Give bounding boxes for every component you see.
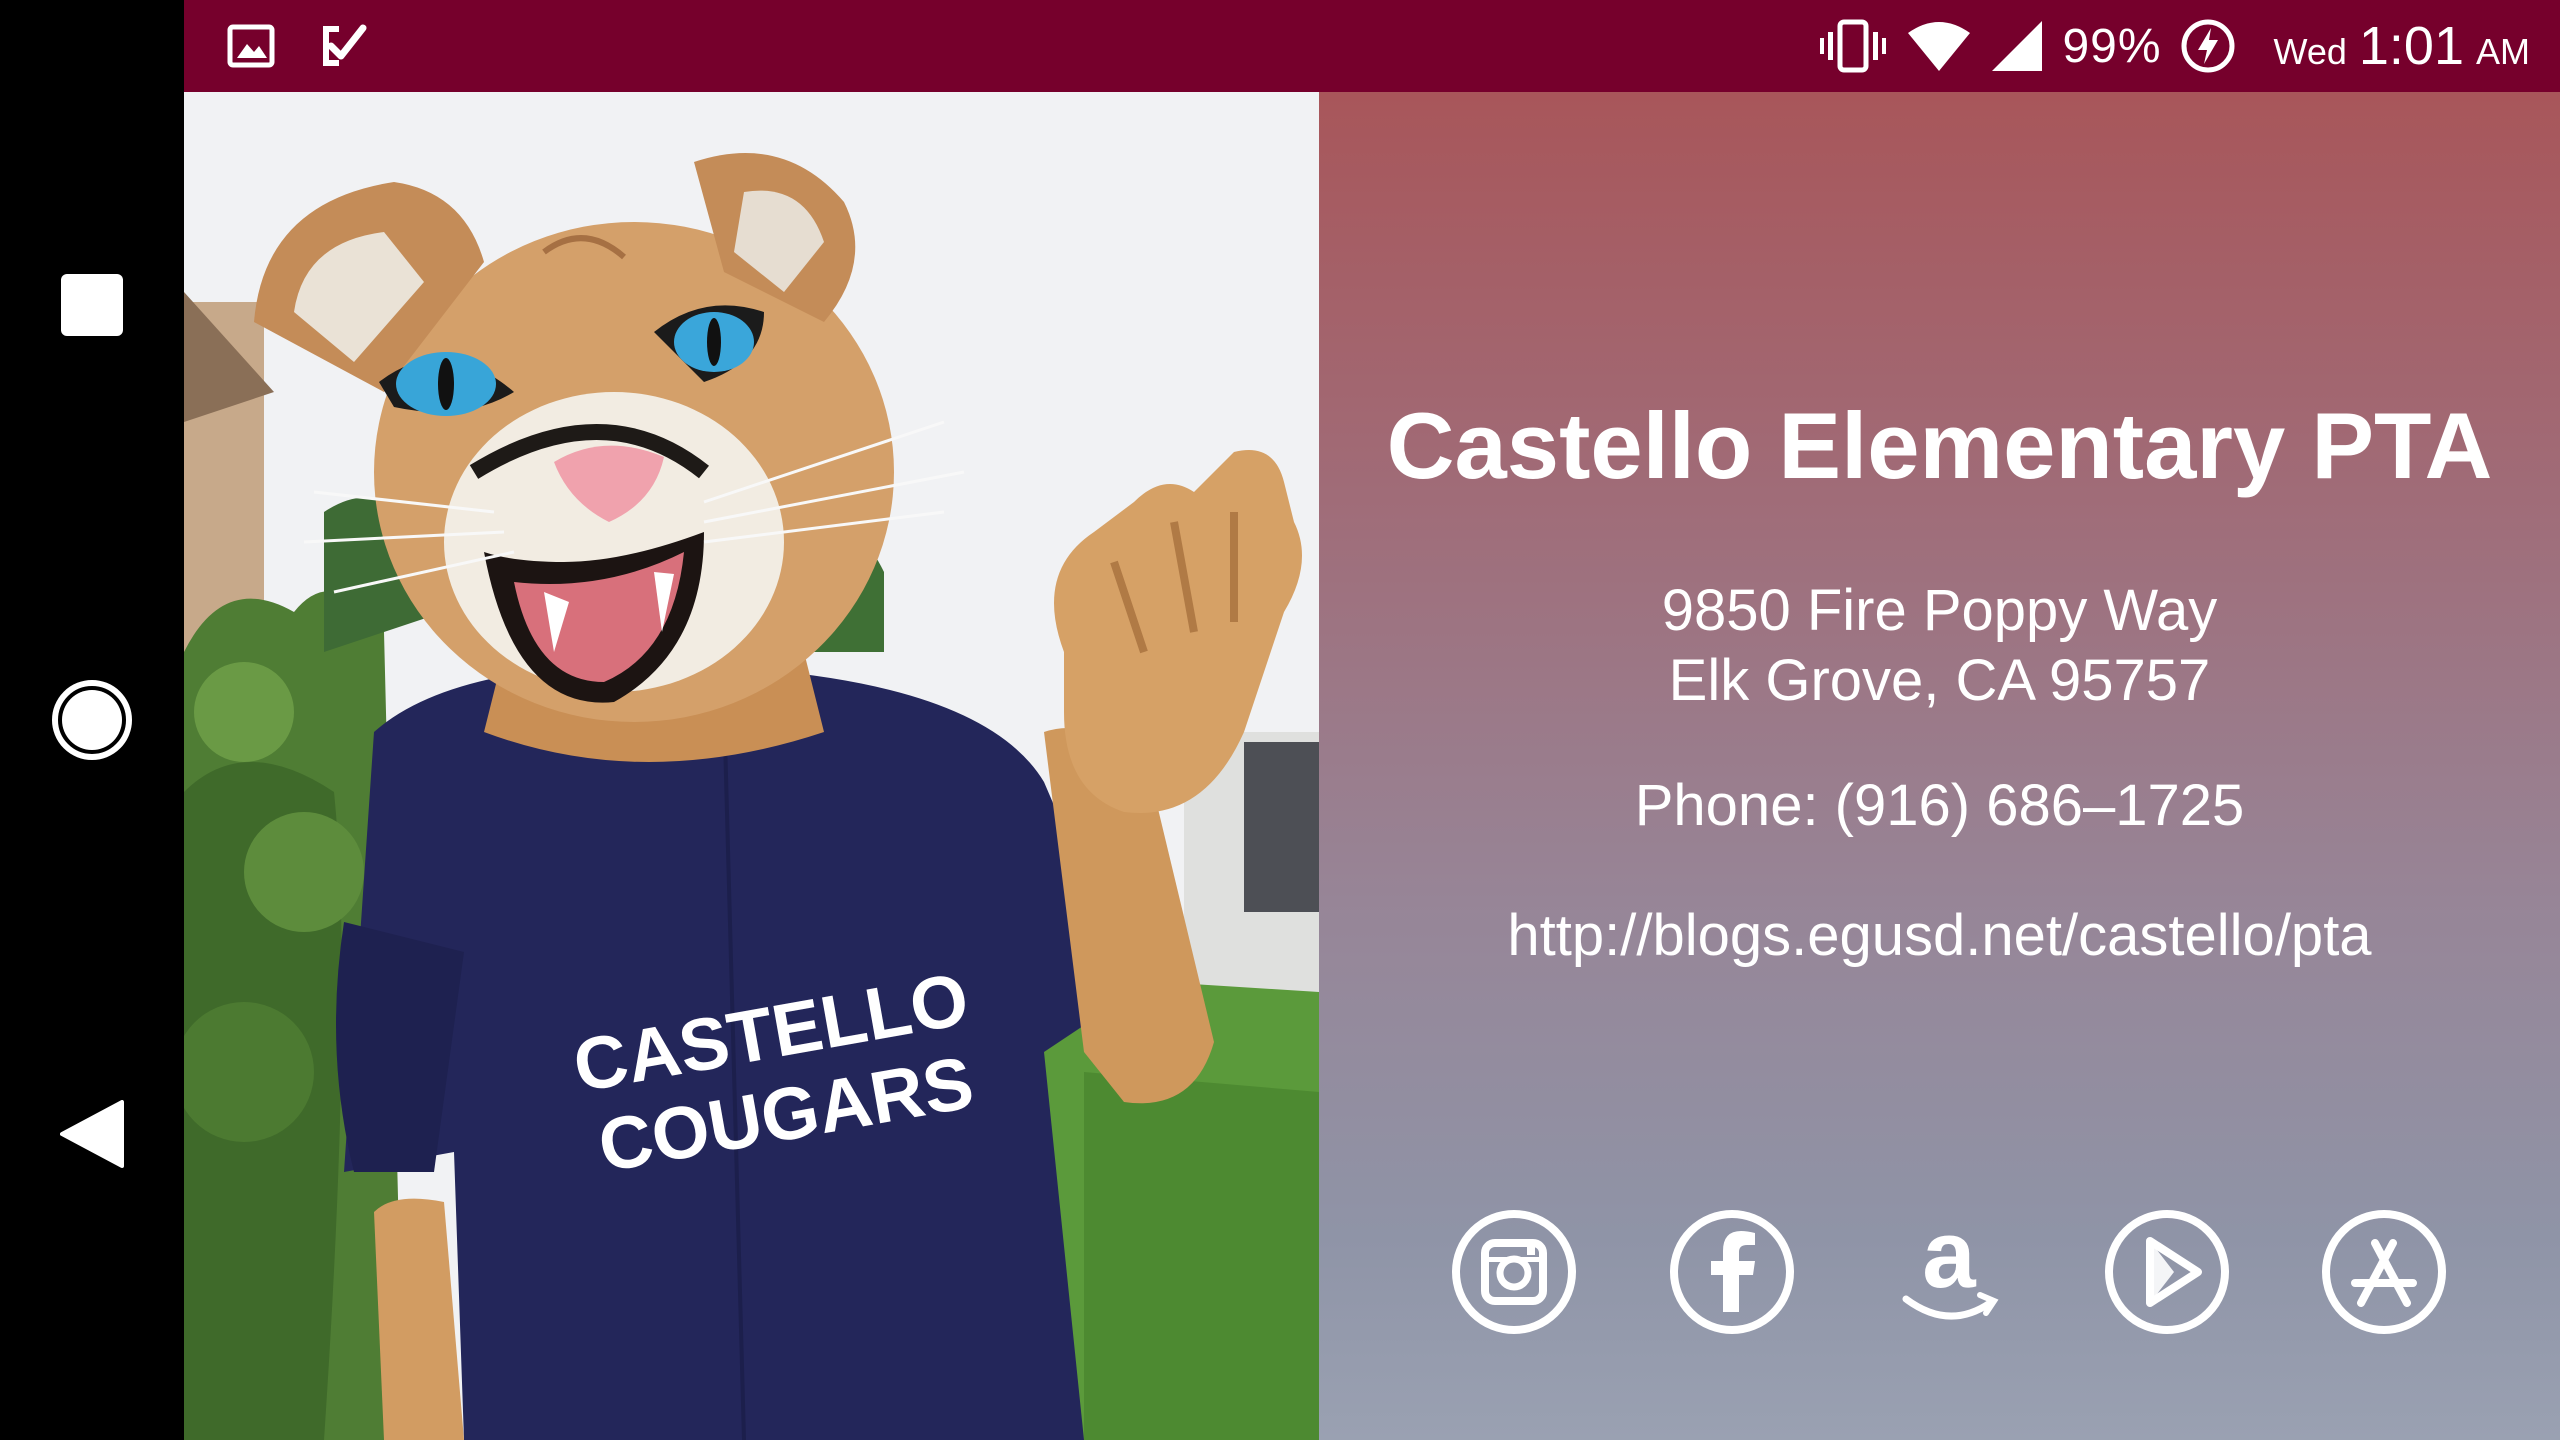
home-button[interactable] (0, 620, 184, 820)
status-bar: 99% Wed 1:01 AM (184, 0, 2560, 92)
navigation-bar (0, 0, 184, 1440)
task-check-icon (323, 24, 367, 66)
address-line-2: Elk Grove, CA 95757 (1668, 648, 2211, 713)
facebook-icon[interactable] (1667, 1207, 1797, 1337)
circle-icon (52, 680, 132, 760)
vibrate-icon (1820, 19, 1887, 73)
clock: Wed 1:01 AM (2260, 15, 2530, 77)
battery-percent: 99% (2062, 19, 2162, 73)
organization-name: Castello Elementary PTA (1386, 393, 2493, 498)
clock-time: 1:01 (2358, 16, 2464, 76)
wifi-icon (1908, 22, 1971, 71)
svg-text:a: a (1922, 1207, 1976, 1308)
square-icon (61, 274, 123, 336)
gallery-icon (227, 24, 275, 68)
info-panel: Castello Elementary PTA 9850 Fire Poppy … (1319, 92, 2560, 1440)
website-link[interactable]: http://blogs.egusd.net/castello/pta (1319, 902, 2560, 969)
recents-button[interactable] (0, 205, 184, 405)
triangle-back-icon (60, 1100, 124, 1168)
back-button[interactable] (0, 1034, 184, 1234)
battery-charging-icon (2181, 19, 2235, 73)
app-store-icon[interactable] (2319, 1207, 2449, 1337)
clock-ampm: AM (2476, 31, 2530, 72)
google-play-icon[interactable] (2102, 1207, 2232, 1337)
mascot-photo: CASTELLO COUGARS (184, 92, 1319, 1440)
address-line-1: 9850 Fire Poppy Way (1661, 578, 2218, 643)
amazon-icon[interactable]: a (1884, 1207, 2014, 1337)
social-links: a (1449, 1202, 2449, 1342)
clock-day: Wed (2273, 31, 2347, 72)
signal-icon (1992, 21, 2043, 71)
phone-number[interactable]: Phone: (916) 686–1725 (1319, 772, 2560, 839)
instagram-icon[interactable] (1449, 1207, 1579, 1337)
